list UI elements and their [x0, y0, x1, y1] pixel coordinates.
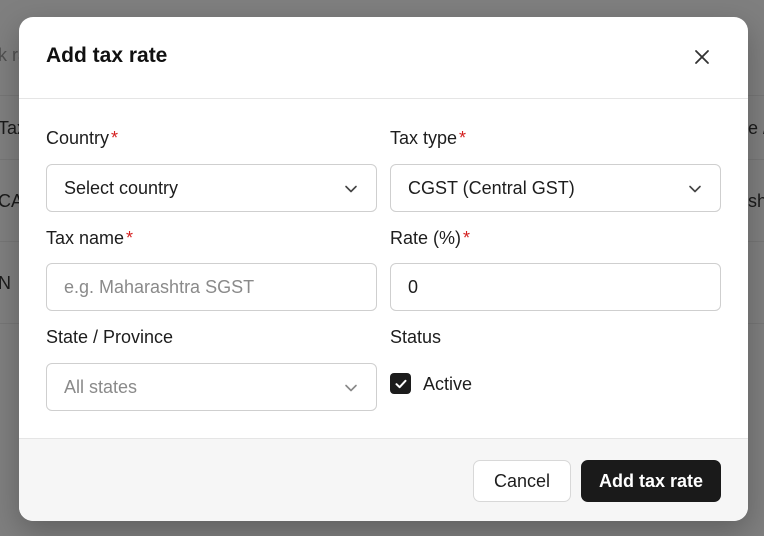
required-marker: *	[463, 228, 471, 248]
tax-name-input[interactable]: e.g. Maharashtra SGST	[46, 263, 377, 311]
required-marker: *	[459, 128, 467, 148]
close-icon	[695, 50, 709, 64]
tax-type-select-value: CGST (Central GST)	[408, 177, 575, 198]
dialog-header: Add tax rate	[19, 17, 748, 99]
add-tax-rate-dialog: Add tax rate Country * Select country Tax…	[19, 17, 748, 521]
state-select-value: All states	[64, 376, 138, 397]
state-select[interactable]: All states	[46, 363, 377, 411]
tax-type-label: Tax type *	[390, 128, 467, 148]
rate-label: Rate (%) *	[390, 228, 471, 248]
close-button[interactable]	[689, 44, 715, 70]
chevron-down-icon	[345, 185, 357, 193]
rate-input[interactable]: 0	[390, 263, 721, 311]
required-marker: *	[126, 228, 134, 248]
tax-name-placeholder: e.g. Maharashtra SGST	[64, 276, 255, 297]
add-tax-rate-button[interactable]: Add tax rate	[581, 460, 721, 502]
rate-input-value: 0	[408, 276, 419, 297]
country-select-value: Select country	[64, 177, 179, 198]
country-label: Country *	[46, 128, 119, 148]
dialog-footer: Cancel Add tax rate	[19, 438, 748, 521]
state-label: State / Province	[46, 327, 174, 347]
dialog-title: Add tax rate	[46, 44, 168, 67]
country-select[interactable]: Select country	[46, 164, 377, 212]
tax-name-label: Tax name *	[46, 228, 134, 248]
checkmark-icon	[395, 379, 406, 388]
chevron-down-icon	[689, 185, 701, 193]
active-checkbox[interactable]	[390, 373, 411, 394]
chevron-down-icon	[345, 384, 357, 392]
cancel-button[interactable]: Cancel	[473, 460, 571, 502]
status-label: Status	[390, 327, 442, 347]
required-marker: *	[111, 128, 119, 148]
tax-type-select[interactable]: CGST (Central GST)	[390, 164, 721, 212]
active-checkbox-label[interactable]: Active	[423, 374, 472, 395]
